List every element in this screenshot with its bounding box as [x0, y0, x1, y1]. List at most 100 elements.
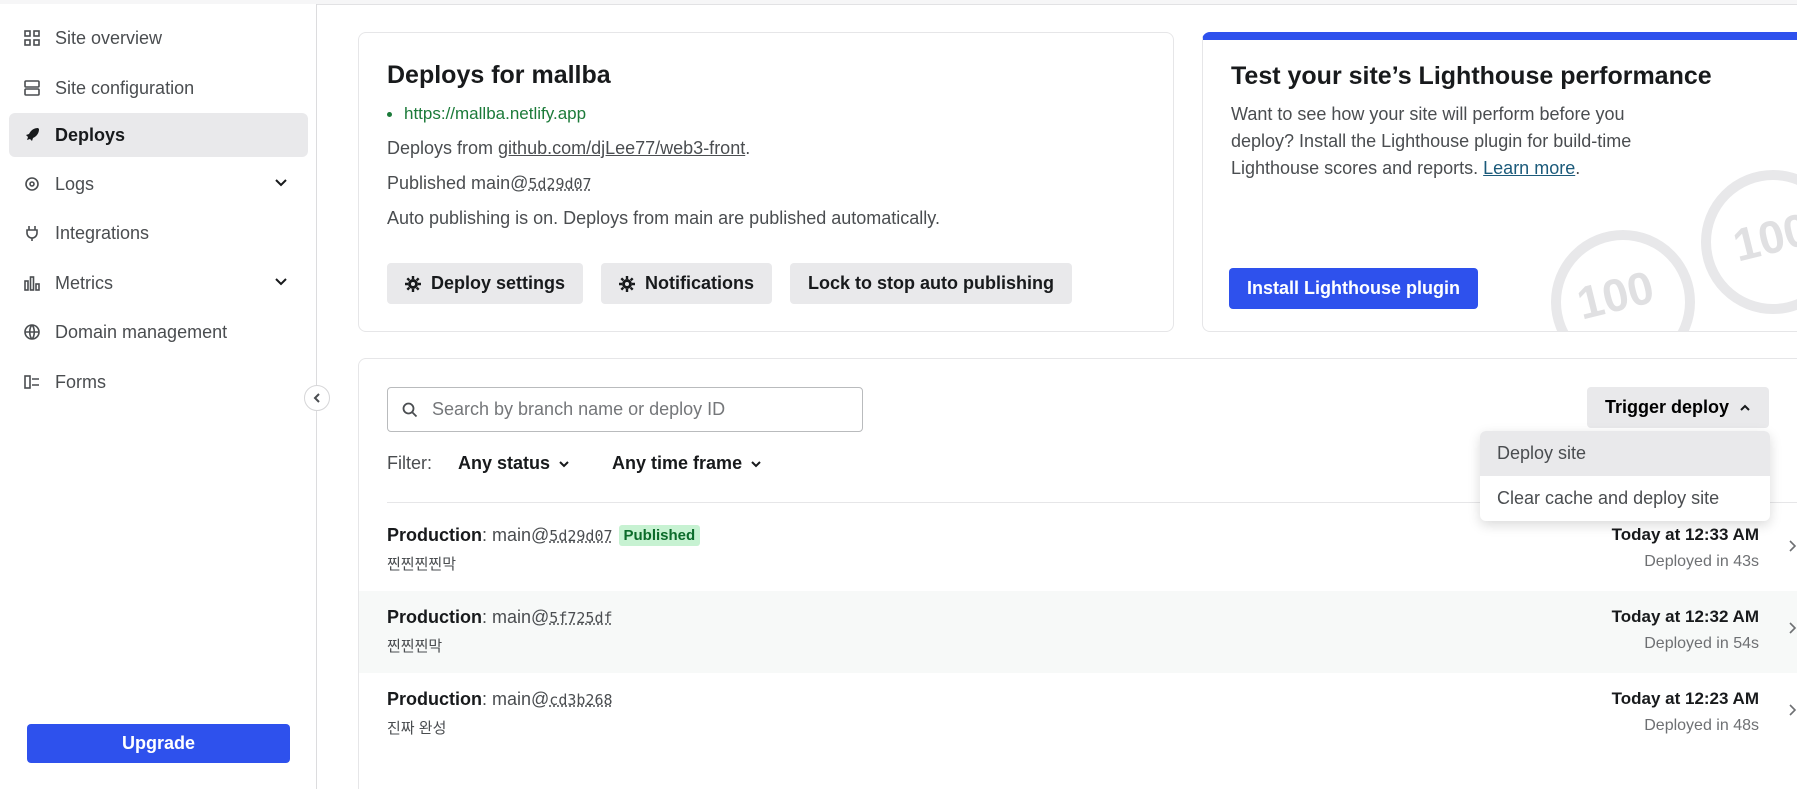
sidebar-item-label: Site configuration [55, 77, 195, 98]
time-filter-label: Any time frame [612, 453, 743, 473]
plug-icon [23, 224, 41, 242]
sidebar-item-forms[interactable]: Forms [9, 360, 308, 404]
menu-item-deploy-site[interactable]: Deploy site [1480, 431, 1770, 476]
deploy-list-card: Filter: Any status Any time frame Trigge… [358, 358, 1797, 789]
sidebar: Site overview Site configuration Deploys… [0, 4, 317, 789]
gear-icon [619, 275, 636, 292]
deploys-summary-card: Deploys for mallba https://mallba.netlif… [358, 32, 1174, 332]
deploy-duration: Deployed in 43s [1644, 553, 1759, 570]
published-line: Published main@5d29d07 [387, 173, 1145, 194]
deploy-row[interactable]: Production: main@ cd3b268 진짜 완성 Today at … [359, 673, 1797, 755]
time-filter-dropdown[interactable]: Any time frame [612, 453, 762, 474]
install-lighthouse-button[interactable]: Install Lighthouse plugin [1229, 268, 1478, 309]
repo-suffix: . [745, 138, 751, 158]
site-url[interactable]: https://mallba.netlify.app [404, 104, 586, 124]
deploy-context: Production [387, 689, 482, 709]
notifications-label: Notifications [645, 273, 755, 293]
trigger-deploy-menu: Deploy site Clear cache and deploy site [1480, 431, 1770, 521]
published-commit-link[interactable]: 5d29d07 [528, 175, 591, 193]
deploy-branch: : main@ [482, 689, 550, 709]
chevron-right-icon [1789, 704, 1797, 716]
commit-link[interactable]: cd3b268 [549, 691, 612, 709]
learn-more-link[interactable]: Learn more [1483, 158, 1575, 178]
status-filter-dropdown[interactable]: Any status [458, 453, 570, 474]
sidebar-item-metrics[interactable]: Metrics [9, 261, 308, 305]
commit-message: 진짜 완성 [387, 720, 447, 737]
chevron-right-icon [1789, 622, 1797, 634]
sidebar-item-label: Forms [55, 371, 106, 392]
deploy-row-title: Production: main@ 5d29d07 Published [387, 525, 701, 546]
deploy-duration: Deployed in 54s [1644, 635, 1759, 652]
deploy-row[interactable]: Production: main@ 5d29d07 Published 찐찐찐찐막… [359, 509, 1797, 591]
chevron-down-icon [559, 460, 569, 467]
commit-link[interactable]: 5f725df [549, 609, 612, 627]
deploys-from-label: Deploys from [387, 138, 499, 158]
trigger-deploy-label: Trigger deploy [1605, 397, 1730, 417]
collapse-sidebar-button[interactable] [304, 385, 330, 411]
page-title: Deploys for mallba [387, 61, 611, 89]
status-dot [387, 111, 392, 117]
trigger-deploy-button[interactable]: Trigger deploy [1587, 387, 1770, 428]
deploy-time: Today at 12:23 AM [1611, 689, 1759, 708]
upgrade-button[interactable]: Upgrade [27, 724, 290, 763]
status-filter-label: Any status [458, 453, 551, 473]
gear-icon [405, 275, 421, 292]
grid-icon [23, 29, 41, 47]
search-field[interactable] [387, 387, 863, 432]
forms-icon [23, 373, 41, 391]
deploy-context: Production [387, 525, 482, 545]
lock-auto-publishing-button[interactable]: Lock to stop auto publishing [790, 263, 1073, 304]
deploy-settings-label: Deploy settings [431, 273, 566, 293]
sidebar-item-site-overview[interactable]: Site overview [9, 16, 308, 60]
sidebar-item-label: Deploys [55, 124, 126, 145]
lighthouse-text-suffix: . [1575, 158, 1581, 178]
deploy-context: Production [387, 607, 482, 627]
notifications-button[interactable]: Notifications [601, 263, 773, 304]
deploy-duration: Deployed in 48s [1644, 717, 1759, 734]
site-url-link[interactable]: https://mallba.netlify.app [387, 104, 1145, 124]
chevron-down-icon[interactable] [274, 275, 288, 289]
chevron-down-icon[interactable] [274, 176, 288, 190]
status-badge: Published [618, 525, 701, 546]
deploy-row[interactable]: Production: main@ 5f725df 찐찐찐막 Today at 1… [359, 591, 1797, 673]
search-input[interactable] [432, 399, 852, 420]
sidebar-item-label: Integrations [55, 222, 150, 243]
published-label: Published main@ [387, 173, 529, 193]
lighthouse-description: Want to see how your site will perform b… [1231, 101, 1641, 182]
filter-label: Filter: [387, 453, 432, 473]
filter-row: Filter: Any status Any time frame [387, 453, 804, 474]
auto-publishing-status: Auto publishing is on. Deploys from main… [387, 208, 940, 228]
menu-item-clear-cache-deploy[interactable]: Clear cache and deploy site [1480, 476, 1770, 521]
lighthouse-title: Test your site’s Lighthouse performance [1231, 62, 1712, 90]
chevron-down-icon [751, 460, 761, 467]
sidebar-item-domain-management[interactable]: Domain management [9, 310, 308, 354]
commit-link[interactable]: 5d29d07 [549, 527, 612, 545]
rocket-icon [23, 126, 41, 144]
chevron-up-icon [1740, 404, 1750, 411]
chart-icon [23, 274, 41, 292]
deploy-settings-button[interactable]: Deploy settings [387, 263, 584, 304]
logs-icon [23, 175, 41, 193]
deploy-actions: Deploy settings Notifications Lock to st… [387, 263, 1073, 304]
sidebar-item-label: Site overview [55, 27, 163, 48]
deploy-row-title: Production: main@ 5f725df [387, 607, 613, 628]
globe-icon [23, 323, 41, 341]
deploy-time: Today at 12:32 AM [1611, 607, 1759, 626]
sidebar-item-site-configuration[interactable]: Site configuration [9, 66, 308, 110]
chevron-right-icon [1789, 540, 1797, 552]
deploy-branch: : main@ [482, 525, 550, 545]
repo-link[interactable]: github.com/djLee77/web3-front [498, 138, 745, 158]
lighthouse-card: Test your site’s Lighthouse performance … [1202, 32, 1797, 332]
sidebar-item-label: Logs [55, 173, 95, 194]
sidebar-item-logs[interactable]: Logs [9, 162, 308, 206]
deploy-branch: : main@ [482, 607, 550, 627]
sidebar-item-integrations[interactable]: Integrations [9, 211, 308, 255]
sidebar-item-deploys[interactable]: Deploys [9, 113, 308, 157]
chevron-left-icon [313, 393, 320, 403]
deploy-row-title: Production: main@ cd3b268 [387, 689, 613, 710]
search-icon [402, 402, 418, 417]
deploy-time: Today at 12:33 AM [1611, 525, 1759, 544]
sidebar-item-label: Domain management [55, 321, 228, 342]
deploys-from-line: Deploys from github.com/djLee77/web3-fro… [387, 138, 1145, 159]
config-icon [23, 79, 41, 97]
